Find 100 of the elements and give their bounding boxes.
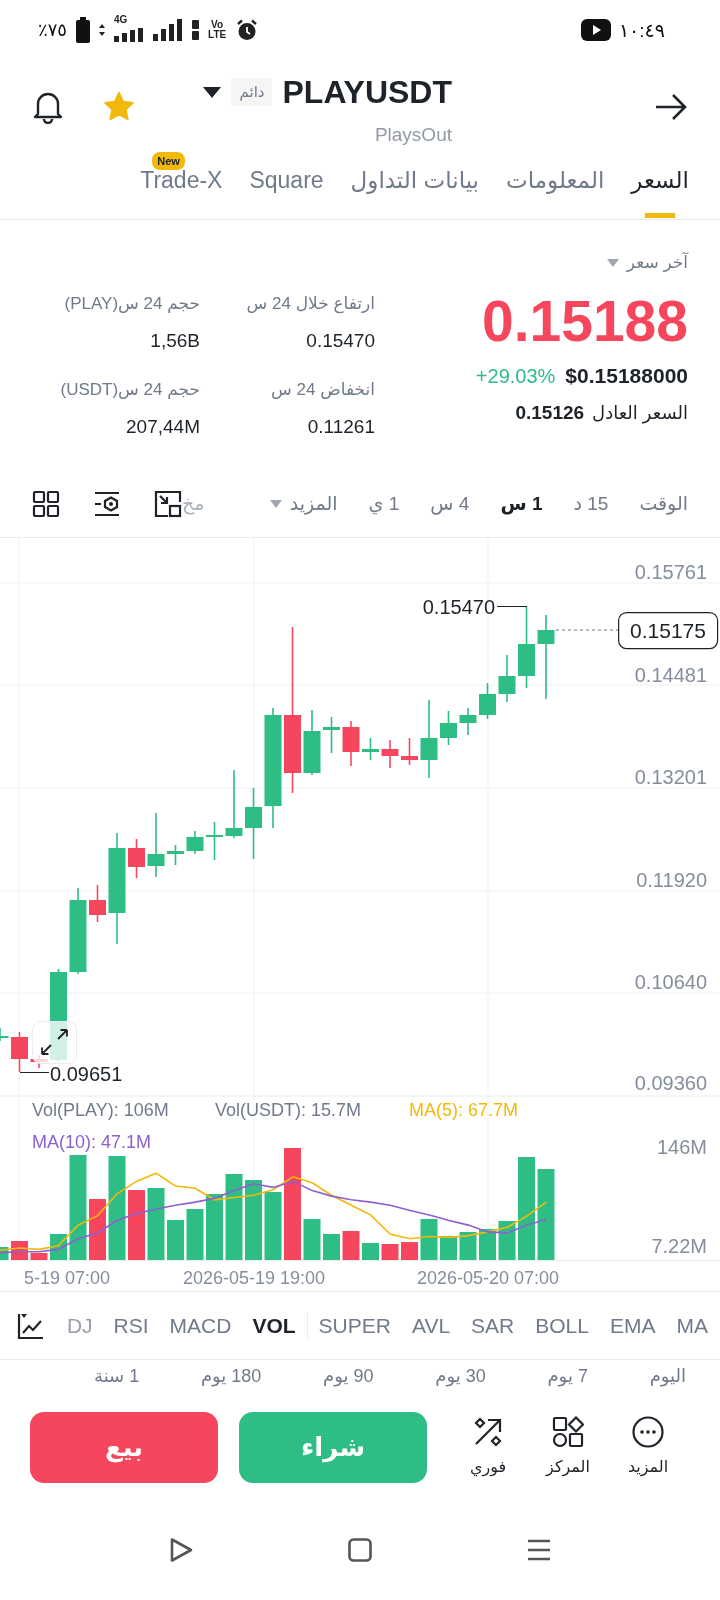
candle (342, 720, 360, 767)
chart-settings-icon[interactable] (93, 489, 121, 518)
bell-icon[interactable] (32, 90, 64, 124)
indicator-tab[interactable]: VOL (252, 1311, 296, 1340)
volume-bar (459, 1232, 477, 1260)
expand-button[interactable] (32, 1021, 77, 1064)
current-price-tag: 0.15175 (618, 612, 719, 650)
candle (459, 707, 477, 736)
volume-bar (206, 1194, 223, 1260)
interval-tab[interactable]: 15 د (573, 490, 609, 517)
volume-bar (362, 1243, 379, 1260)
candle (303, 709, 321, 776)
candle (440, 710, 457, 746)
symbol-title: PLAYUSDT (282, 73, 452, 111)
range-tab[interactable]: 180 يوم (200, 1365, 262, 1387)
tab[interactable]: المعلومات (506, 150, 605, 219)
fair-price-label: السعر العادل (592, 402, 688, 426)
volume-bar (498, 1221, 516, 1260)
play-triangle-icon[interactable] (169, 1537, 193, 1563)
indicator-tab[interactable]: RSI (113, 1311, 149, 1340)
range-tab[interactable]: 7 يوم (547, 1365, 588, 1387)
leader-line (496, 606, 528, 607)
action-button[interactable]: المركز (536, 1412, 600, 1477)
caret-icon[interactable] (203, 86, 222, 98)
candle (362, 737, 379, 761)
volume-legend: Vol(USDT): 15.7M (215, 1100, 362, 1120)
buy-button[interactable]: شراء (239, 1412, 427, 1483)
sell-button[interactable]: بيع (30, 1412, 218, 1483)
action-button[interactable]: المزيد (616, 1412, 680, 1477)
square-icon[interactable] (348, 1537, 372, 1563)
indicator-tab[interactable]: BOLL (535, 1311, 589, 1340)
candle (401, 737, 418, 766)
indicator-tab[interactable]: DJ (66, 1311, 93, 1340)
volume-axis-label: 7.22M (651, 1235, 707, 1257)
new-badge: New (152, 152, 185, 170)
candle (206, 821, 223, 861)
range-tab[interactable]: 30 يوم (435, 1365, 486, 1387)
indicator-tab[interactable]: MA (676, 1311, 708, 1340)
time-axis-label: 2026-05-20 07:00 (416, 1268, 560, 1288)
indicator-tab[interactable]: EMA (610, 1311, 656, 1340)
volume-bar (342, 1231, 360, 1260)
more-icon (632, 1416, 664, 1448)
time-axis-label: 5-19 07:00 (23, 1268, 110, 1288)
interval-tab[interactable]: 1 س (500, 490, 543, 517)
resize-window-icon[interactable] (154, 489, 182, 518)
tab[interactable]: بيانات التداول (350, 150, 479, 219)
stat-label: حجم 24 س(USDT) (60, 379, 200, 401)
price-axis-label: 0.09360 (634, 1072, 707, 1094)
stat-label: حجم 24 س(PLAY) (64, 293, 200, 315)
caret-icon (606, 259, 619, 267)
more-dropdown[interactable]: المزيد (269, 490, 338, 517)
price-axis-label: 0.10640 (634, 971, 707, 993)
interval-tab[interactable]: 1 ي (368, 490, 400, 517)
volume-bar (440, 1236, 457, 1260)
grid-icon[interactable] (32, 489, 60, 518)
stat-label: انخفاض 24 س (271, 379, 375, 401)
range-tab[interactable]: 1 سنة (94, 1365, 140, 1387)
data-arrows-icon (99, 24, 105, 36)
volume-bar (167, 1220, 184, 1260)
stat-label: ارتفاع خلال 24 س (246, 293, 375, 316)
price-change: +29.03% (475, 364, 556, 389)
volume-bar (89, 1199, 106, 1260)
stat-value: 207,44M (126, 415, 200, 439)
back-arrow-icon[interactable] (654, 92, 688, 122)
candle (381, 739, 399, 769)
leader-line (19, 1072, 50, 1073)
indicator-tab[interactable]: AVL (411, 1311, 451, 1340)
tab[interactable]: New Trade-X (140, 150, 223, 219)
price-axis-label: 0.14481 (634, 664, 707, 686)
price-type-dropdown[interactable]: آخر سعر (606, 250, 688, 276)
candle (128, 838, 145, 879)
chart-type-tab[interactable]: مخ (182, 490, 205, 517)
volume-legend: MA(10): 47.1M (32, 1132, 152, 1152)
indicator-tab[interactable]: MACD (169, 1311, 232, 1340)
battery-icon (76, 17, 90, 43)
candle (147, 812, 165, 878)
interval-tab[interactable]: الوقت (639, 490, 688, 517)
price-axis-label: 0.13201 (634, 766, 707, 788)
volume-bar (303, 1219, 321, 1260)
usd-price: $0.15188000 (565, 363, 688, 389)
tab[interactable]: السعر (631, 150, 689, 219)
volume-bar (323, 1234, 340, 1260)
stat-value: 0.15470 (306, 329, 375, 353)
fair-price: 0.15126 (515, 401, 585, 425)
interval-tab[interactable]: 4 س (430, 490, 470, 517)
stat-value: 1,56B (150, 329, 200, 353)
range-tab[interactable]: 90 يوم (323, 1365, 374, 1387)
menu-icon[interactable] (527, 1537, 551, 1563)
line-chart-icon[interactable] (16, 1311, 44, 1340)
network-type: 4G (114, 15, 128, 25)
signal-icon (153, 19, 183, 41)
indicator-tab[interactable]: SUPER (318, 1311, 391, 1340)
indicator-tab[interactable]: SAR (471, 1311, 515, 1340)
action-button[interactable]: فوري (456, 1412, 520, 1477)
candle (323, 716, 340, 754)
range-tab[interactable]: اليوم (649, 1365, 686, 1387)
candle (479, 682, 496, 720)
candle (225, 769, 243, 839)
tab[interactable]: Square (249, 150, 324, 219)
volume-bar (128, 1190, 145, 1260)
